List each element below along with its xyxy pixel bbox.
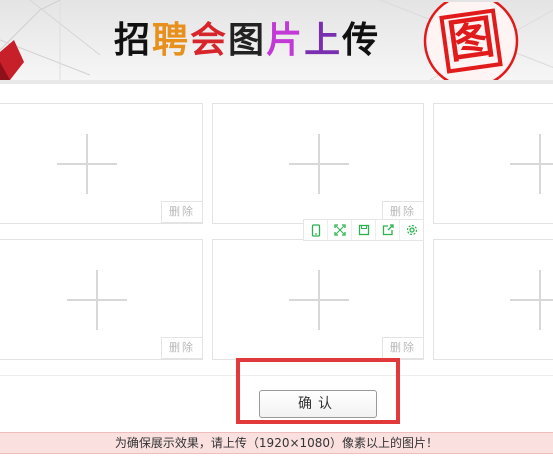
plus-icon xyxy=(510,163,553,165)
banner-title-char: 图 xyxy=(228,20,267,61)
banner-title-char: 片 xyxy=(266,20,305,61)
notice-bar: 为确保展示效果，请上传（1920×1080）像素以上的图片！ xyxy=(0,432,553,454)
settings-icon[interactable] xyxy=(400,220,423,240)
share-icon[interactable] xyxy=(376,220,400,240)
plus-icon xyxy=(510,299,553,301)
plus-icon xyxy=(539,134,541,194)
banner-title: 招聘会图片上传 xyxy=(114,16,380,66)
banner-title-char: 上 xyxy=(304,20,343,61)
delete-button[interactable]: 删除 xyxy=(161,201,203,223)
plus-icon xyxy=(86,134,88,194)
divider xyxy=(0,375,553,376)
fullscreen-icon[interactable] xyxy=(328,220,352,240)
banner-title-char: 传 xyxy=(342,20,381,61)
plus-icon xyxy=(96,270,98,330)
image-slot[interactable]: 删除 xyxy=(0,239,203,360)
save-icon[interactable] xyxy=(352,220,376,240)
image-slot[interactable]: 删除 xyxy=(0,103,203,224)
plus-icon xyxy=(318,270,320,330)
stamp-char: 图 xyxy=(444,9,498,69)
mobile-icon[interactable] xyxy=(304,220,328,240)
image-slot[interactable]: 删除 xyxy=(212,239,424,360)
banner: 招聘会图片上传 图 xyxy=(0,0,553,80)
image-slot[interactable] xyxy=(433,103,553,224)
plus-icon xyxy=(318,134,320,194)
image-slot[interactable]: 删除 xyxy=(212,103,424,224)
confirm-button[interactable]: 确认 xyxy=(259,390,377,418)
image-slot[interactable] xyxy=(433,239,553,360)
plus-icon xyxy=(539,270,541,330)
stamp-logo: 图 xyxy=(419,2,523,80)
banner-title-char: 会 xyxy=(190,20,229,61)
image-toolbar xyxy=(303,219,424,241)
banner-divider xyxy=(0,80,553,84)
delete-button[interactable]: 删除 xyxy=(382,337,424,359)
banner-title-char: 聘 xyxy=(152,20,191,61)
delete-button[interactable]: 删除 xyxy=(161,337,203,359)
banner-title-char: 招 xyxy=(114,20,153,61)
